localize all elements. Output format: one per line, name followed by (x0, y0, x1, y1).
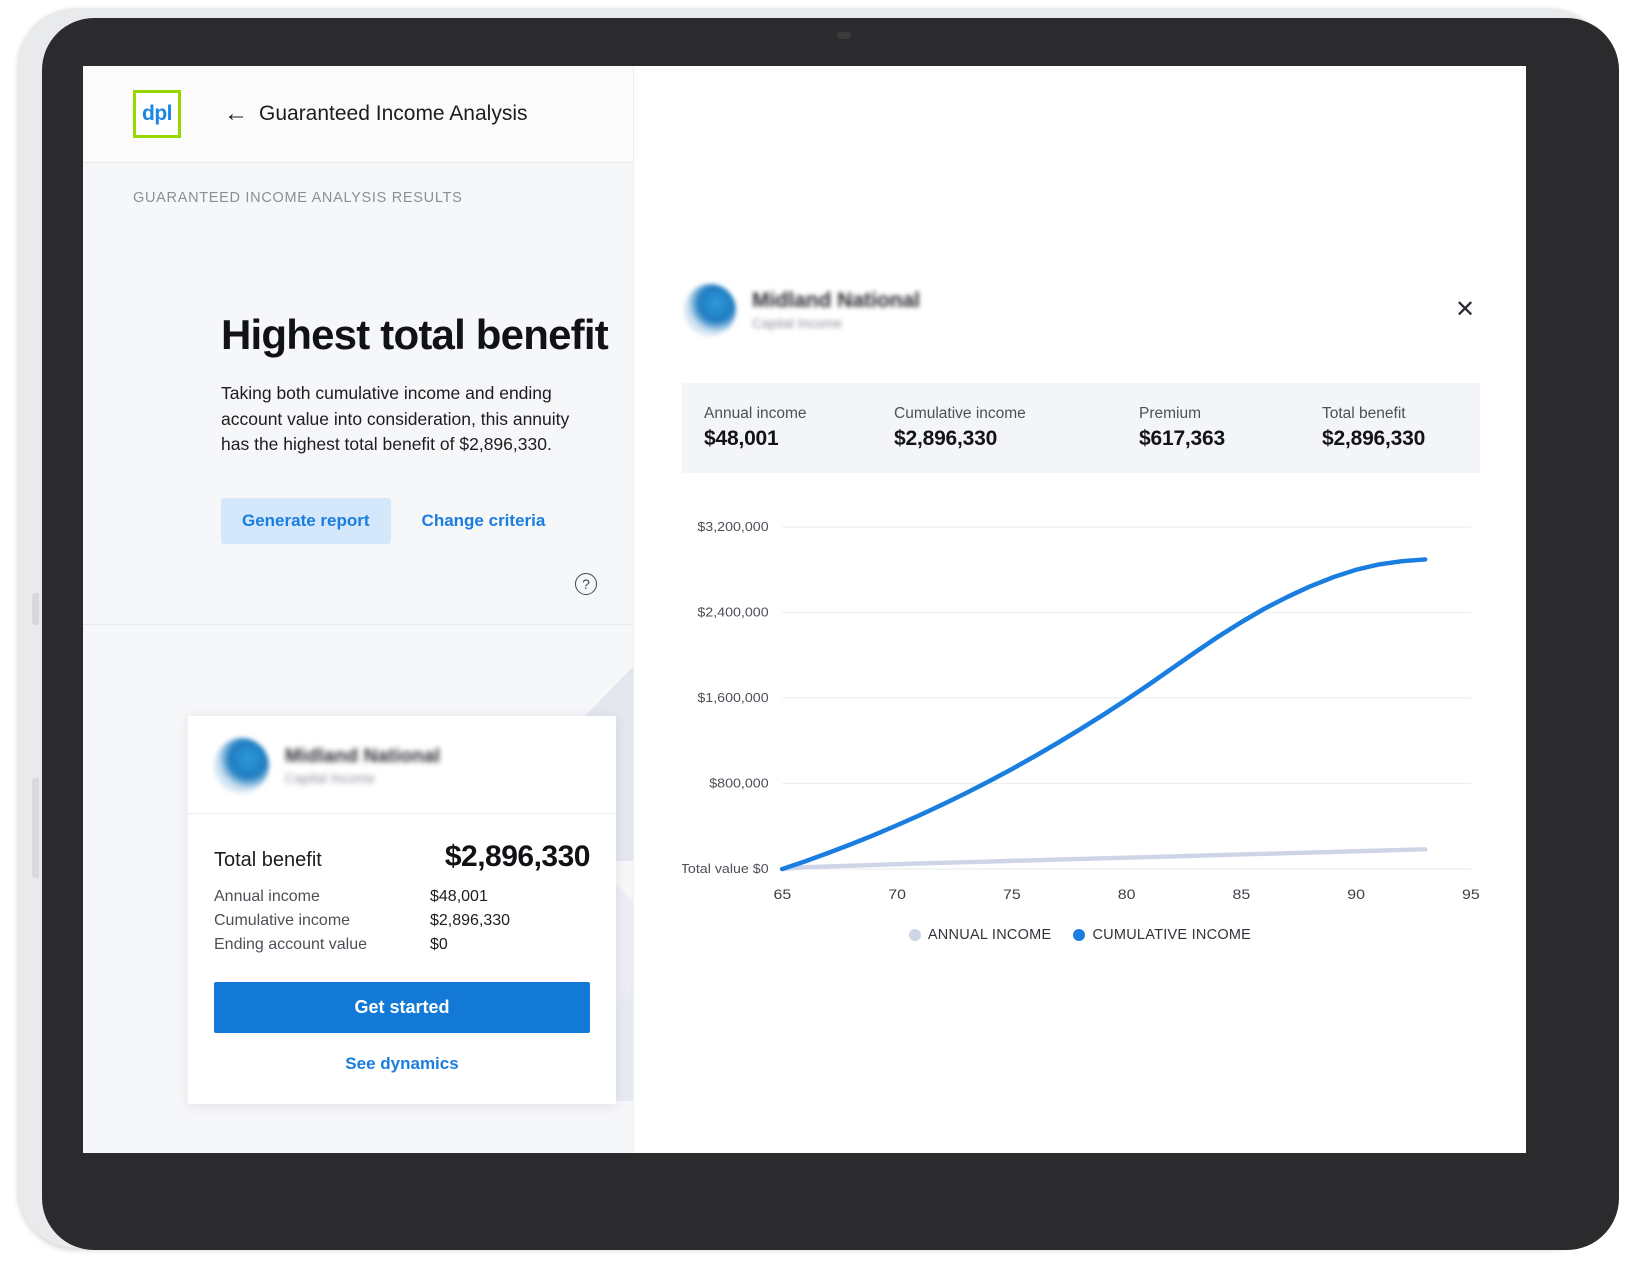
carrier-identity: Midland National Capital Income (752, 289, 920, 331)
device-side-button-top (32, 593, 39, 625)
hero-description: Taking both cumulative income and ending… (221, 383, 570, 455)
legend-dot-icon (1073, 929, 1086, 941)
product-name: Capital Income (752, 316, 843, 331)
total-benefit-label: Total benefit (214, 849, 322, 871)
hero-title: Highest total benefit (221, 311, 609, 358)
stat-value: $2,896,330 (1322, 427, 1426, 450)
stat-value: $48,001 (704, 427, 779, 450)
total-benefit-row: Total benefit $2,896,330 (214, 840, 591, 874)
carrier-identity: Midland National Capital Income (285, 746, 440, 786)
legend-label: ANNUAL INCOME (927, 927, 1052, 943)
carrier-logo-icon (684, 284, 736, 336)
svg-text:80: 80 (1118, 887, 1136, 903)
generate-report-button[interactable]: Generate report (221, 498, 391, 545)
detail-panel: ✕ Midland National Capital Income Annual… (633, 66, 1526, 1153)
row-value: $48,001 (430, 888, 488, 905)
arrow-left-icon[interactable]: ← (224, 102, 248, 126)
chart-legend: ANNUAL INCOME CUMULATIVE INCOME (634, 927, 1526, 943)
list-item: Ending account value $0 (214, 936, 590, 954)
see-dynamics-button[interactable]: See dynamics (214, 1054, 590, 1078)
row-value: $2,896,330 (430, 912, 511, 929)
hero-actions: Generate report Change criteria (221, 498, 633, 545)
stat-premium: Premium $617,363 (1117, 405, 1300, 451)
carrier-name: Midland National (752, 289, 920, 312)
get-started-button[interactable]: Get started (214, 982, 590, 1033)
dpl-logo[interactable]: dpl (133, 90, 181, 138)
row-label: Annual income (214, 888, 320, 905)
svg-text:75: 75 (1003, 887, 1021, 903)
close-glyph: ✕ (1454, 296, 1476, 323)
stat-cumulative-income: Cumulative income $2,896,330 (872, 405, 1117, 451)
row-label: Ending account value (214, 936, 367, 953)
income-chart: Total value $0 $800,000 $1,600,000 $2,400,0… (682, 513, 1480, 913)
svg-text:$3,200,000: $3,200,000 (697, 520, 768, 534)
svg-text:$1,600,000: $1,600,000 (697, 691, 768, 705)
device-side-button-bottom (32, 778, 39, 878)
product-card-body: Total benefit $2,896,330 Annual income $… (188, 814, 616, 1104)
product-name: Capital Income (285, 770, 376, 786)
row-value: $0 (430, 936, 448, 953)
svg-text:Total value $0: Total value $0 (682, 862, 769, 876)
stats-bar: Annual income $48,001 Cumulative income … (682, 383, 1480, 473)
app-header: dpl ← Guaranteed Income Analysis (83, 66, 633, 162)
svg-text:90: 90 (1347, 887, 1365, 903)
stat-total-benefit: Total benefit $2,896,330 (1300, 405, 1480, 451)
app-screen: dpl ← Guaranteed Income Analysis GUARANT… (83, 66, 1526, 1153)
stat-value: $2,896,330 (894, 427, 998, 450)
panel-divider (83, 624, 633, 625)
stat-annual-income: Annual income $48,001 (682, 405, 872, 451)
page-title: Guaranteed Income Analysis (259, 102, 528, 125)
question-mark-icon[interactable]: ? (575, 573, 597, 595)
stat-label: Cumulative income (894, 405, 1026, 422)
list-item: Cumulative income $2,896,330 (214, 912, 590, 930)
close-icon[interactable]: ✕ (1452, 298, 1478, 324)
row-label: Cumulative income (214, 912, 351, 929)
svg-text:65: 65 (773, 887, 791, 903)
product-card-header: Midland National Capital Income (188, 716, 616, 814)
chart-canvas: Total value $0 $800,000 $1,600,000 $2,400,0… (682, 520, 1480, 903)
product-card[interactable]: Midland National Capital Income Total be… (188, 716, 616, 1104)
legend-dot-icon (908, 929, 921, 941)
svg-text:85: 85 (1232, 887, 1250, 903)
legend-label: CUMULATIVE INCOME (1092, 927, 1252, 943)
section-label: GUARANTEED INCOME ANALYSIS RESULTS (133, 190, 463, 206)
stat-label: Total benefit (1322, 405, 1406, 422)
camera-icon (837, 32, 851, 39)
logo-text: dpl (142, 102, 173, 125)
stat-label: Annual income (704, 405, 807, 422)
svg-text:95: 95 (1462, 887, 1480, 903)
stat-value: $617,363 (1139, 427, 1225, 450)
detail-panel-header: Midland National Capital Income (634, 66, 1526, 336)
hero-block: Highest total benefit Taking both cumula… (83, 206, 633, 545)
carrier-name: Midland National (285, 745, 441, 767)
help-glyph: ? (582, 576, 590, 592)
results-panel: dpl ← Guaranteed Income Analysis GUARANT… (83, 66, 633, 1153)
tablet-device-frame: dpl ← Guaranteed Income Analysis GUARANT… (18, 8, 1619, 1250)
svg-text:70: 70 (888, 887, 906, 903)
legend-item-annual-income[interactable]: ANNUAL INCOME (908, 927, 1052, 943)
stat-label: Premium (1139, 405, 1202, 422)
total-benefit-value: $2,896,330 (444, 840, 591, 873)
list-item: Annual income $48,001 (214, 888, 590, 906)
carrier-logo-icon (214, 738, 269, 793)
legend-item-cumulative-income[interactable]: CUMULATIVE INCOME (1073, 927, 1251, 943)
svg-text:$2,400,000: $2,400,000 (697, 605, 768, 619)
change-criteria-button[interactable]: Change criteria (422, 511, 546, 531)
svg-text:$800,000: $800,000 (709, 776, 768, 790)
